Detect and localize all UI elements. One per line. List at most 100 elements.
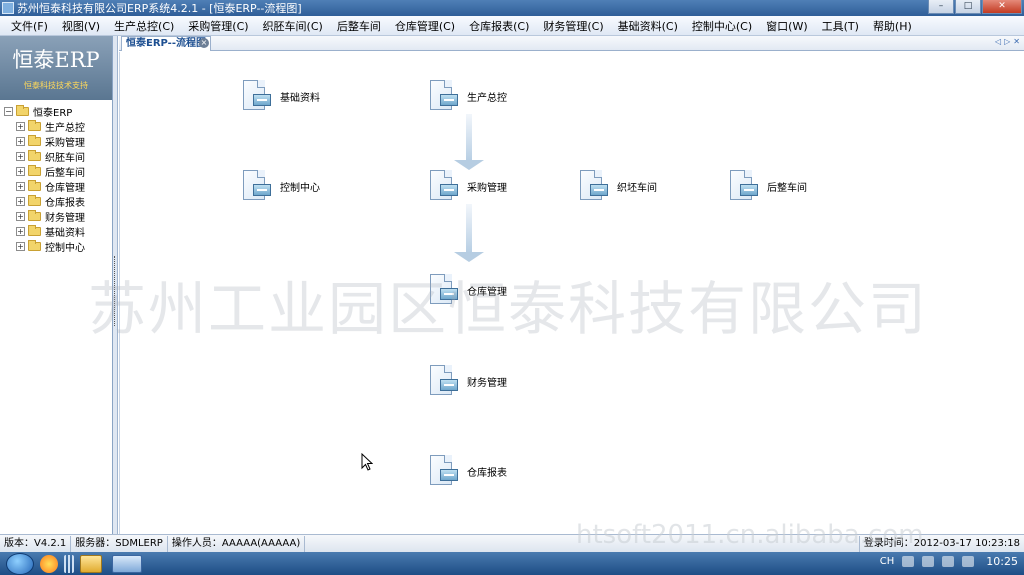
expand-icon[interactable]: + bbox=[16, 242, 25, 251]
tree-item-warehouse-reports[interactable]: + 仓库报表 bbox=[0, 194, 112, 209]
menu-weaving-workshop[interactable]: 织胚车间(C) bbox=[256, 18, 330, 34]
start-button[interactable] bbox=[6, 552, 34, 575]
menu-purchasing[interactable]: 采购管理(C) bbox=[181, 18, 255, 34]
flow-node-finance[interactable]: 财务管理 bbox=[428, 365, 507, 398]
app-icon bbox=[2, 2, 14, 14]
show-desktop-icon[interactable] bbox=[64, 554, 74, 573]
tab-flowchart[interactable]: 恒泰ERP--流程图 bbox=[121, 36, 211, 51]
document-icon bbox=[428, 80, 458, 113]
splitter-grip[interactable] bbox=[114, 256, 117, 326]
tab-scroll-left-icon[interactable]: ◁ bbox=[995, 37, 1001, 46]
network-icon[interactable] bbox=[922, 556, 935, 567]
expand-icon[interactable]: + bbox=[16, 182, 25, 191]
expand-icon[interactable]: + bbox=[16, 227, 25, 236]
flow-arrow-down bbox=[454, 204, 484, 262]
tree-item-warehouse[interactable]: + 仓库管理 bbox=[0, 179, 112, 194]
flow-node-production-control[interactable]: 生产总控 bbox=[428, 80, 507, 113]
menu-warehouse[interactable]: 仓库管理(C) bbox=[388, 18, 462, 34]
tree-item-label: 仓库报表 bbox=[45, 198, 85, 209]
document-icon bbox=[428, 365, 458, 398]
flow-node-label: 织坯车间 bbox=[617, 183, 657, 194]
system-tray: CH 10:25 bbox=[880, 555, 1018, 568]
flow-node-warehouse-reports[interactable]: 仓库报表 bbox=[428, 455, 507, 488]
tab-navigation: ◁ ▷ ✕ bbox=[995, 37, 1020, 46]
help-icon[interactable] bbox=[902, 556, 915, 567]
folder-icon bbox=[28, 225, 41, 236]
flow-node-finishing-workshop[interactable]: 后整车间 bbox=[728, 170, 807, 203]
tree-item-label: 控制中心 bbox=[45, 243, 85, 254]
menu-bar: 文件(F) 视图(V) 生产总控(C) 采购管理(C) 织胚车间(C) 后整车间… bbox=[0, 16, 1024, 36]
menu-production-control[interactable]: 生产总控(C) bbox=[107, 18, 181, 34]
flow-node-master-data[interactable]: 基础资料 bbox=[241, 80, 320, 113]
menu-finance[interactable]: 财务管理(C) bbox=[536, 18, 610, 34]
tree-item-production-control[interactable]: + 生产总控 bbox=[0, 119, 112, 134]
explorer-icon[interactable] bbox=[80, 554, 102, 573]
flow-node-label: 财务管理 bbox=[467, 378, 507, 389]
tree-item-weaving-workshop[interactable]: + 织胚车间 bbox=[0, 149, 112, 164]
status-bar: 版本：V4.2.1 服务器：SDMLERP 操作人员：AAAAA(AAAAA) … bbox=[0, 534, 1024, 552]
menu-control-center[interactable]: 控制中心(C) bbox=[685, 18, 759, 34]
maximize-button[interactable]: □ bbox=[955, 0, 981, 14]
tree-item-finishing-workshop[interactable]: + 后整车间 bbox=[0, 164, 112, 179]
expand-icon[interactable]: + bbox=[16, 152, 25, 161]
expand-icon[interactable]: + bbox=[16, 137, 25, 146]
folder-open-icon bbox=[16, 105, 29, 116]
collapse-icon[interactable]: − bbox=[4, 107, 13, 116]
menu-warehouse-reports[interactable]: 仓库报表(C) bbox=[462, 18, 536, 34]
browser-icon[interactable] bbox=[40, 554, 58, 573]
keyboard-icon[interactable] bbox=[942, 556, 955, 567]
flow-node-label: 仓库管理 bbox=[467, 287, 507, 298]
tab-scroll-right-icon[interactable]: ▷ bbox=[1004, 37, 1010, 46]
flow-node-control-center[interactable]: 控制中心 bbox=[241, 170, 320, 203]
document-icon bbox=[428, 274, 458, 307]
document-icon bbox=[241, 80, 271, 113]
language-indicator[interactable]: CH bbox=[880, 556, 895, 567]
expand-icon[interactable]: + bbox=[16, 197, 25, 206]
flow-node-purchasing[interactable]: 采购管理 bbox=[428, 170, 507, 203]
flow-node-label: 生产总控 bbox=[467, 93, 507, 104]
volume-icon[interactable] bbox=[962, 556, 975, 567]
tree-item-label: 仓库管理 bbox=[45, 183, 85, 194]
status-operator: 操作人员：AAAAA(AAAAA) bbox=[168, 535, 306, 552]
tree-item-master-data[interactable]: + 基础资料 bbox=[0, 224, 112, 239]
taskbar-clock[interactable]: 10:25 bbox=[986, 555, 1018, 568]
expand-icon[interactable]: + bbox=[16, 212, 25, 221]
menu-window[interactable]: 窗口(W) bbox=[759, 18, 814, 34]
expand-icon[interactable]: + bbox=[16, 167, 25, 176]
tree-item-finance[interactable]: + 财务管理 bbox=[0, 209, 112, 224]
tree-item-label: 织胚车间 bbox=[45, 153, 85, 164]
folder-icon bbox=[28, 195, 41, 206]
expand-icon[interactable]: + bbox=[16, 122, 25, 131]
window-title-bar[interactable]: 苏州恒泰科技有限公司ERP系统4.2.1 - [恒泰ERP--流程图] – □ … bbox=[0, 0, 1024, 16]
brand-banner: 恒泰ERP 恒泰科技技术支持 bbox=[0, 36, 112, 100]
flow-node-weaving-workshop[interactable]: 织坯车间 bbox=[578, 170, 657, 203]
tab-strip: 恒泰ERP--流程图 × ◁ ▷ ✕ bbox=[119, 36, 1024, 51]
menu-help[interactable]: 帮助(H) bbox=[866, 18, 919, 34]
flow-node-label: 后整车间 bbox=[767, 183, 807, 194]
minimize-button[interactable]: – bbox=[928, 0, 954, 14]
folder-icon bbox=[28, 135, 41, 146]
tree-root[interactable]: − 恒泰ERP bbox=[0, 104, 112, 119]
tree-item-control-center[interactable]: + 控制中心 bbox=[0, 239, 112, 254]
menu-tools[interactable]: 工具(T) bbox=[815, 18, 866, 34]
menu-finishing-workshop[interactable]: 后整车间 bbox=[330, 18, 388, 34]
menu-master-data[interactable]: 基础资料(C) bbox=[611, 18, 685, 34]
tree-item-purchasing[interactable]: + 采购管理 bbox=[0, 134, 112, 149]
tab-close-icon[interactable]: × bbox=[199, 38, 209, 48]
erp-taskbar-button[interactable] bbox=[112, 554, 142, 573]
folder-icon bbox=[28, 120, 41, 131]
folder-icon bbox=[28, 150, 41, 161]
panel-splitter[interactable] bbox=[113, 36, 118, 534]
flowchart-canvas: 基础资料 生产总控 控制中心 采购管理 织坯车间 后整车间 仓库管理 财务管理 bbox=[119, 52, 1024, 534]
tab-close-all-icon[interactable]: ✕ bbox=[1013, 37, 1020, 46]
flow-node-warehouse[interactable]: 仓库管理 bbox=[428, 274, 507, 307]
menu-view[interactable]: 视图(V) bbox=[55, 18, 107, 34]
status-login-time: 登录时间：2012-03-17 10:23:18 bbox=[858, 536, 1020, 552]
tree-item-label: 基础资料 bbox=[45, 228, 85, 239]
document-icon bbox=[241, 170, 271, 203]
os-taskbar: CH 10:25 bbox=[0, 552, 1024, 575]
close-button[interactable]: ✕ bbox=[982, 0, 1022, 14]
window-title: 苏州恒泰科技有限公司ERP系统4.2.1 - [恒泰ERP--流程图] bbox=[17, 2, 302, 15]
status-version: 版本：V4.2.1 bbox=[0, 535, 72, 552]
menu-file[interactable]: 文件(F) bbox=[4, 18, 55, 34]
